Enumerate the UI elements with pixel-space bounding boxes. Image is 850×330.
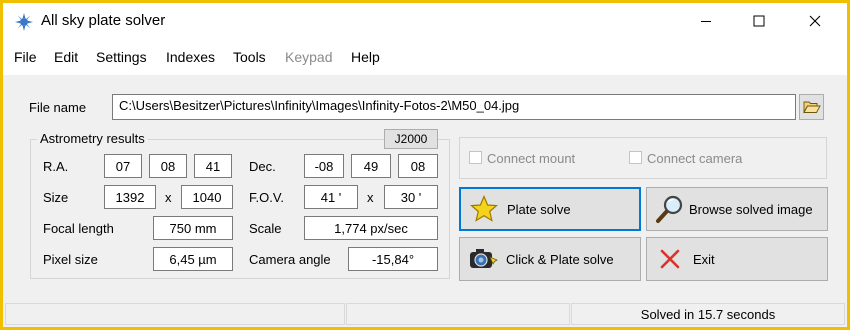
dec-degrees-field[interactable]: -08 [304, 154, 344, 178]
size-width-field[interactable]: 1392 [104, 185, 156, 209]
scale-field[interactable]: 1,774 px/sec [304, 216, 438, 240]
window-title: All sky plate solver [41, 12, 166, 29]
connect-mount-label: Connect mount [487, 151, 576, 166]
fov-height-field[interactable]: 30 ' [384, 185, 438, 209]
fov-width-field[interactable]: 41 ' [304, 185, 358, 209]
connect-camera-label: Connect camera [647, 151, 743, 166]
maximize-icon [753, 15, 765, 27]
connect-camera-checkbox[interactable] [629, 151, 642, 164]
exit-x-icon [655, 244, 685, 274]
menu-keypad: Keypad [285, 49, 333, 65]
star-icon [469, 194, 499, 224]
folder-open-icon [802, 101, 821, 114]
menu-edit[interactable]: Edit [54, 49, 78, 65]
ra-hours-field[interactable]: 07 [104, 154, 142, 178]
file-name-label: File name [29, 100, 87, 115]
browse-solved-image-button[interactable]: Browse solved image [646, 187, 828, 231]
browse-solved-image-label: Browse solved image [689, 201, 813, 217]
menu-indexes[interactable]: Indexes [166, 49, 215, 65]
focal-length-field[interactable]: 750 mm [153, 216, 233, 240]
exit-button[interactable]: Exit [646, 237, 828, 281]
close-icon [809, 15, 821, 27]
click-plate-solve-label: Click & Plate solve [506, 251, 614, 267]
pixel-size-field[interactable]: 6,45 µm [153, 247, 233, 271]
dec-minutes-field[interactable]: 49 [351, 154, 391, 178]
size-label: Size [43, 190, 69, 205]
focal-length-label: Focal length [43, 221, 114, 236]
fov-separator: x [367, 190, 374, 205]
title-bar: All sky plate solver [3, 3, 847, 39]
exit-label: Exit [693, 251, 715, 267]
ra-seconds-field[interactable]: 41 [194, 154, 232, 178]
maximize-button[interactable] [736, 3, 782, 39]
menu-settings[interactable]: Settings [96, 49, 147, 65]
status-message: Solved in 15.7 seconds [571, 303, 845, 325]
menu-tools[interactable]: Tools [233, 49, 266, 65]
camera-icon [468, 244, 498, 274]
minimize-icon [701, 21, 711, 22]
ra-label: R.A. [43, 159, 69, 174]
dec-label: Dec. [249, 159, 276, 174]
epoch-button[interactable]: J2000 [384, 129, 438, 149]
status-pane-1 [5, 303, 345, 325]
minimize-button[interactable] [683, 3, 729, 39]
size-height-field[interactable]: 1040 [181, 185, 233, 209]
pixel-size-label: Pixel size [43, 252, 98, 267]
browse-file-button[interactable] [799, 94, 824, 120]
magnifier-icon [655, 194, 685, 224]
dec-seconds-field[interactable]: 08 [398, 154, 438, 178]
status-bar: Solved in 15.7 seconds [3, 301, 847, 327]
menu-file[interactable]: File [14, 49, 37, 65]
menu-help[interactable]: Help [351, 49, 380, 65]
app-window: All sky plate solver File Edit Settings … [0, 0, 850, 330]
app-gear-icon [15, 13, 33, 31]
scale-label: Scale [249, 221, 282, 236]
camera-angle-field[interactable]: -15,84° [348, 247, 438, 271]
fov-label: F.O.V. [249, 190, 284, 205]
astrometry-group-title: Astrometry results [37, 131, 148, 146]
plate-solve-button[interactable]: Plate solve [459, 187, 641, 231]
ra-minutes-field[interactable]: 08 [149, 154, 187, 178]
close-button[interactable] [792, 3, 838, 39]
camera-angle-label: Camera angle [249, 252, 331, 267]
status-pane-2 [346, 303, 570, 325]
plate-solve-label: Plate solve [507, 201, 571, 217]
menu-bar: File Edit Settings Indexes Tools Keypad … [3, 39, 847, 75]
file-name-input[interactable]: C:\Users\Besitzer\Pictures\Infinity\Imag… [112, 94, 796, 120]
click-plate-solve-button[interactable]: Click & Plate solve [459, 237, 641, 281]
size-separator: x [165, 190, 172, 205]
connect-mount-checkbox[interactable] [469, 151, 482, 164]
